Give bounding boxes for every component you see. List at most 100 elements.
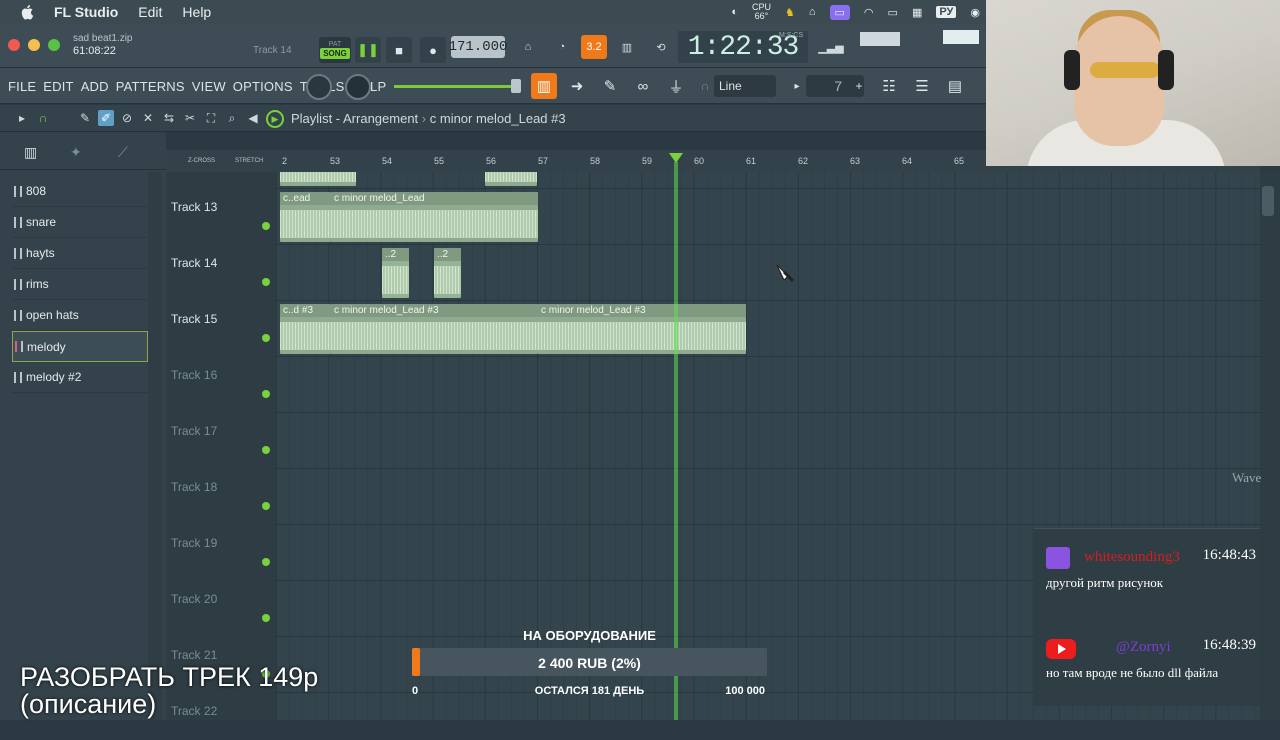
typing-keyboard-icon[interactable]: ▥ <box>614 35 640 59</box>
audio-clip[interactable] <box>280 172 356 186</box>
slip-icon[interactable]: ⇆ <box>161 110 177 126</box>
menu-edit[interactable]: Edit <box>138 4 162 20</box>
pat-song-toggle[interactable]: PAT SONG <box>319 37 351 63</box>
stretch-label[interactable]: STRETCH <box>235 158 263 164</box>
audio-clip[interactable]: ..2 <box>434 248 461 298</box>
audio-view-icon[interactable]: ✦ <box>70 144 82 161</box>
pattern-item[interactable]: snare <box>12 207 148 238</box>
track-led[interactable] <box>262 502 270 510</box>
menu-help[interactable]: Help <box>182 4 211 20</box>
piano-icon[interactable]: ▥ <box>531 73 557 99</box>
pattern-item[interactable]: rims <box>12 269 148 300</box>
menu-file[interactable]: FILE <box>8 79 36 94</box>
paint-icon[interactable]: ✐ <box>98 110 114 126</box>
zoom-icon[interactable]: ⌕ <box>224 110 240 126</box>
track-led[interactable] <box>262 390 270 398</box>
minimize-button[interactable] <box>28 39 40 51</box>
mixer-icon[interactable]: ▤ <box>942 73 968 99</box>
audio-clip[interactable]: c minor melod_Lead <box>331 192 538 242</box>
slice-icon[interactable]: ✂ <box>182 110 198 126</box>
audio-clip[interactable]: c minor melod_Lead #3 <box>538 304 746 354</box>
menu-add[interactable]: ADD <box>81 79 109 94</box>
master-pitch-knob[interactable] <box>345 74 371 100</box>
audio-clip[interactable]: c..d #3 <box>280 304 331 354</box>
snap-select[interactable]: Line <box>714 75 776 97</box>
arrow-right-icon[interactable]: ➜ <box>564 73 590 99</box>
play-arrow-icon[interactable]: ▸ <box>14 110 30 126</box>
audio-clip[interactable] <box>485 172 537 186</box>
mute-icon[interactable]: ✕ <box>140 110 156 126</box>
audio-clip[interactable]: c minor melod_Lead #3 <box>331 304 538 354</box>
track-header[interactable]: Track 20 <box>171 572 276 628</box>
track-led[interactable] <box>262 446 270 454</box>
brush-icon[interactable]: ✎ <box>597 73 623 99</box>
channel-rack-icon[interactable]: ☰ <box>909 73 935 99</box>
master-slider[interactable] <box>394 79 521 93</box>
step-display[interactable]: 3.2 <box>581 35 607 59</box>
user-icon[interactable]: ◉ <box>970 6 980 19</box>
loop-record-icon[interactable]: ⟲ <box>648 35 674 59</box>
close-button[interactable] <box>8 39 20 51</box>
keyboard-icon[interactable]: ▦ <box>912 6 922 19</box>
master-volume-knob[interactable] <box>306 74 332 100</box>
track-header[interactable]: Track 13 <box>171 180 276 236</box>
select-icon[interactable]: ⛶ <box>203 110 219 126</box>
menu-patterns[interactable]: PATTERNS <box>116 79 185 94</box>
playlist-icon[interactable]: ▶ <box>266 110 284 128</box>
pause-button[interactable]: ❚❚ <box>355 37 381 63</box>
audio-clip[interactable]: ..2 <box>382 248 409 298</box>
automation-view-icon[interactable]: ⟋ <box>118 144 128 161</box>
stamp-icon[interactable]: ⏚ <box>663 73 689 99</box>
magnet-snap-icon[interactable]: ∩ <box>35 110 51 126</box>
pattern-item[interactable]: 808 <box>12 176 148 207</box>
track-led[interactable] <box>262 278 270 286</box>
audio-clip[interactable]: c..ead <box>280 192 331 242</box>
bar-number: 62 <box>798 156 809 166</box>
activity-icon[interactable]: ◐ <box>731 6 738 18</box>
track-led[interactable] <box>262 614 270 622</box>
input-lang[interactable]: РУ <box>936 6 957 18</box>
slider-handle[interactable] <box>511 79 521 93</box>
track-header[interactable]: Track 18 <box>171 460 276 516</box>
pattern-view-icon[interactable]: ▥ <box>24 144 37 161</box>
delete-icon[interactable]: ⊘ <box>119 110 135 126</box>
pattern-item[interactable]: hayts <box>12 238 148 269</box>
track-header[interactable]: Track 17 <box>171 404 276 460</box>
pattern-item-selected[interactable]: melody <box>12 331 148 362</box>
track-led[interactable] <box>262 558 270 566</box>
wait-icon[interactable]: ◔ <box>549 35 575 59</box>
record-button[interactable]: ● <box>420 37 446 63</box>
draw-icon[interactable]: ✎ <box>77 110 93 126</box>
menu-edit-fl[interactable]: EDIT <box>43 79 73 94</box>
pattern-scrollbar[interactable] <box>148 172 162 720</box>
track-header[interactable]: Track 15 <box>171 292 276 348</box>
wifi-icon[interactable]: ◠ <box>864 6 874 19</box>
tempo-display[interactable]: 171.000 <box>449 36 507 58</box>
playhead-marker[interactable] <box>669 153 683 163</box>
apple-icon[interactable] <box>20 4 36 20</box>
plus-icon[interactable]: + <box>846 73 872 99</box>
track-header[interactable]: Track 19 <box>171 516 276 572</box>
horse-icon[interactable]: ♞ <box>785 6 795 19</box>
playlist-window-icon[interactable]: ☷ <box>876 73 902 99</box>
track-header[interactable]: Track 16 <box>171 348 276 404</box>
track-led[interactable] <box>262 222 270 230</box>
menu-view[interactable]: VIEW <box>192 79 226 94</box>
menu-options[interactable]: OPTIONS <box>233 79 293 94</box>
pattern-item[interactable]: melody #2 <box>12 362 148 393</box>
display-icon[interactable]: ▭ <box>888 6 898 19</box>
link-icon[interactable]: ∞ <box>630 73 656 99</box>
track-led[interactable] <box>262 334 270 342</box>
pattern-item[interactable]: open hats <box>12 300 148 331</box>
zoom-button[interactable] <box>48 39 60 51</box>
speaker-icon[interactable]: ◀ <box>245 110 261 126</box>
app-name[interactable]: FL Studio <box>54 4 118 20</box>
metronome-icon[interactable]: ⌂ <box>515 35 541 59</box>
playlist-scrollbar[interactable] <box>1260 172 1280 720</box>
scrollbar-thumb[interactable] <box>1262 186 1274 216</box>
screen-icon[interactable]: ▭ <box>829 4 850 20</box>
track-header[interactable]: Track 14 <box>171 236 276 292</box>
stop-button[interactable]: ■ <box>386 37 412 63</box>
zcross-label[interactable]: Z-CROSS <box>188 158 215 164</box>
bookmark-icon[interactable]: ⌂ <box>809 6 816 18</box>
